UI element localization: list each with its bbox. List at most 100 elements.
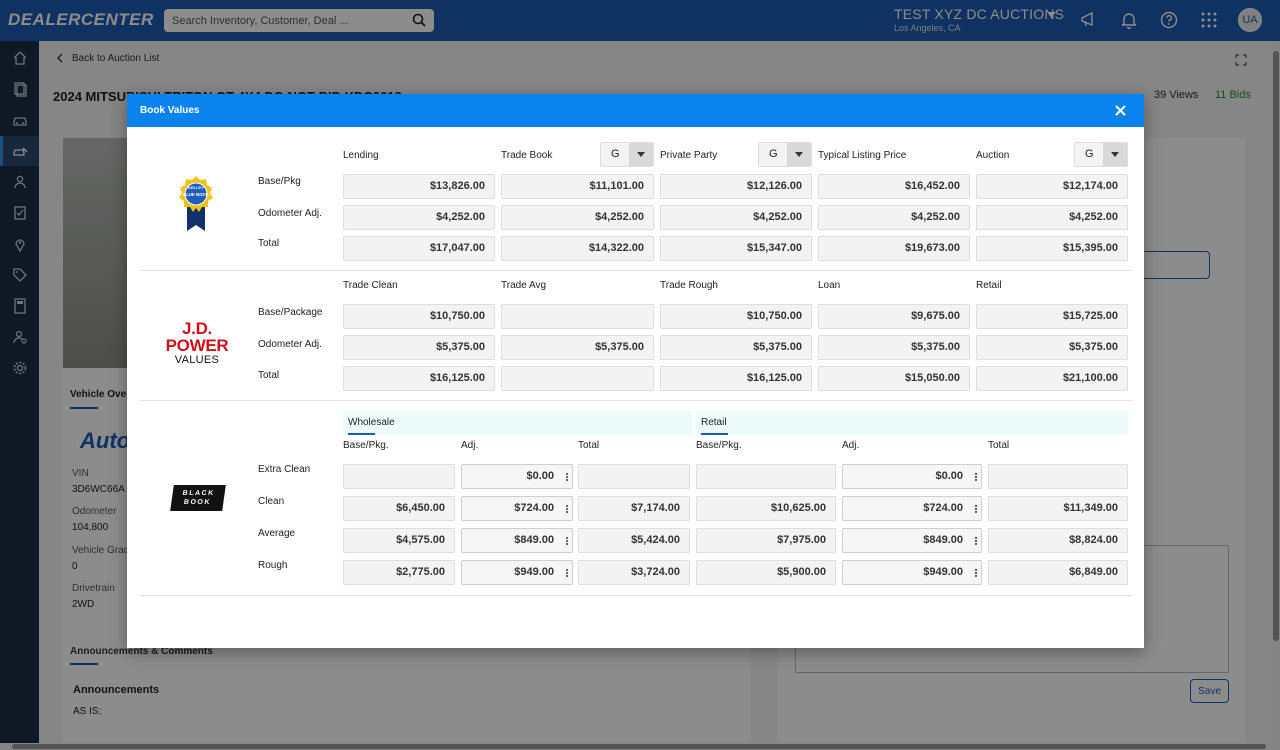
jd-power-logo-subtext: VALUES — [174, 354, 220, 366]
bb-row-label: Average — [258, 528, 296, 539]
kbb-value-cell: $13,826.00 — [343, 174, 495, 199]
bb-col-retail-base: Base/Pkg. — [696, 440, 742, 451]
jdp-col-trade-avg: Trade Avg — [501, 280, 547, 291]
tab-active-indicator — [348, 433, 375, 435]
jdp-row-label: Total — [258, 370, 280, 381]
caret-down-icon — [637, 151, 645, 157]
bb-row-label: Rough — [258, 560, 288, 571]
jdp-value-cell: $5,375.00 — [343, 335, 495, 360]
kbb-value-cell: $4,252.00 — [501, 205, 654, 230]
kbb-value-cell: $15,395.00 — [976, 236, 1128, 261]
jdp-col-trade-clean: Trade Clean — [343, 280, 398, 291]
more-options-icon[interactable] — [562, 470, 572, 484]
kbb-value-cell: $11,101.00 — [501, 174, 654, 199]
bb-value-cell: $2,775.00 — [343, 560, 455, 585]
modal-header: Book Values — [127, 94, 1144, 127]
dropdown-button[interactable] — [1103, 143, 1127, 166]
jdp-value-cell: $5,375.00 — [818, 335, 970, 360]
bb-value-cell — [343, 464, 455, 489]
bb-adj-input[interactable]: $724.00 — [842, 496, 982, 521]
more-options-icon[interactable] — [562, 534, 572, 548]
kbb-value-cell: $12,126.00 — [660, 174, 812, 199]
kbb-value-cell: $15,347.00 — [660, 236, 812, 261]
tab-wholesale[interactable]: Wholesale — [343, 411, 692, 435]
close-button[interactable] — [1112, 102, 1128, 118]
bb-adj-input[interactable]: $949.00 — [461, 560, 573, 585]
jdp-value-cell: $21,100.00 — [976, 366, 1128, 391]
tab-active-indicator — [701, 433, 728, 435]
bb-adj-input[interactable]: $724.00 — [461, 496, 573, 521]
bb-value-cell: $7,174.00 — [578, 496, 690, 521]
select-value: G — [1085, 148, 1094, 160]
bb-value-cell — [578, 464, 690, 489]
bb-row-label: Clean — [258, 496, 285, 507]
bb-col-wholesale-base: Base/Pkg. — [343, 440, 389, 451]
jdp-value-cell: $16,125.00 — [660, 366, 812, 391]
jd-power-logo: J.D. POWER VALUES — [149, 320, 245, 366]
bb-adj-input[interactable]: $849.00 — [461, 528, 573, 553]
kelley-blue-book-logo: KELLEY BLUE BOOK — [179, 176, 213, 231]
caret-down-icon — [1111, 151, 1119, 157]
bb-row-label: Extra Clean — [258, 464, 311, 475]
more-options-icon[interactable] — [971, 566, 981, 580]
jdp-row-label: Base/Package — [258, 307, 323, 318]
black-book-logo-text: BLACK — [182, 490, 216, 497]
kbb-value-cell: $19,673.00 — [818, 236, 970, 261]
kbb-value-cell: $4,252.00 — [818, 205, 970, 230]
kbb-logo-text-top: KELLEY — [188, 185, 204, 190]
bb-value-cell: $5,424.00 — [578, 528, 690, 553]
kbb-value-cell: $4,252.00 — [343, 205, 495, 230]
kbb-auction-select[interactable]: G — [1074, 142, 1128, 167]
bb-value-cell: $6,849.00 — [988, 560, 1128, 585]
kbb-col-auction: Auction — [976, 150, 1010, 161]
more-options-icon[interactable] — [971, 470, 981, 484]
jdp-col-retail: Retail — [976, 280, 1002, 291]
more-options-icon[interactable] — [562, 502, 572, 516]
jdp-col-loan: Loan — [818, 280, 841, 291]
more-options-icon[interactable] — [971, 534, 981, 548]
section-divider — [140, 270, 1132, 271]
jdp-value-cell: $15,050.00 — [818, 366, 970, 391]
jdp-value-cell: $16,125.00 — [343, 366, 495, 391]
bb-value-cell — [696, 464, 836, 489]
jdp-row-label: Odometer Adj. — [258, 339, 322, 350]
kbb-value-cell: $14,322.00 — [501, 236, 654, 261]
bb-value-cell: $10,625.00 — [696, 496, 836, 521]
more-options-icon[interactable] — [562, 566, 572, 580]
jdp-value-cell — [501, 366, 654, 391]
book-values-modal: Book Values KELLEY BLUE BOOK Lending Tra… — [127, 94, 1144, 648]
bb-value-cell: $5,900.00 — [696, 560, 836, 585]
kbb-row-label: Odometer Adj. — [258, 208, 322, 219]
more-options-icon[interactable] — [971, 502, 981, 516]
jdp-value-cell: $5,375.00 — [501, 335, 654, 360]
jd-power-logo-text: J.D. POWER — [165, 319, 229, 355]
bb-col-retail-adj: Adj. — [842, 440, 860, 451]
kbb-value-cell: $17,047.00 — [343, 236, 495, 261]
kbb-private-party-select[interactable]: G — [758, 142, 812, 167]
kbb-row-label: Total — [258, 238, 280, 249]
select-value: G — [769, 148, 778, 160]
kbb-col-typical-listing-price: Typical Listing Price — [818, 150, 907, 161]
bb-adj-input[interactable]: $949.00 — [842, 560, 982, 585]
kbb-value-cell: $4,252.00 — [976, 205, 1128, 230]
bb-value-cell: $8,824.00 — [988, 528, 1128, 553]
tab-retail[interactable]: Retail — [696, 411, 1128, 435]
bb-adj-input[interactable]: $0.00 — [842, 464, 982, 489]
bb-adj-input[interactable]: $849.00 — [842, 528, 982, 553]
kbb-trade-book-select[interactable]: G — [600, 142, 654, 167]
black-book-logo-text: BOOK — [183, 499, 212, 506]
kbb-row-label: Base/Pkg — [258, 176, 301, 187]
kbb-col-private-party: Private Party — [660, 150, 718, 161]
bb-adj-input[interactable]: $0.00 — [461, 464, 573, 489]
jdp-col-trade-rough: Trade Rough — [660, 280, 718, 291]
bb-col-wholesale-adj: Adj. — [461, 440, 479, 451]
dropdown-button[interactable] — [787, 143, 811, 166]
dropdown-button[interactable] — [629, 143, 653, 166]
section-divider — [140, 400, 1132, 401]
jdp-value-cell: $15,725.00 — [976, 304, 1128, 329]
kbb-value-cell: $4,252.00 — [660, 205, 812, 230]
black-book-logo: BLACK BOOK — [170, 485, 226, 511]
bb-value-cell: $3,724.00 — [578, 560, 690, 585]
jdp-value-cell — [501, 304, 654, 329]
kbb-value-cell: $16,452.00 — [818, 174, 970, 199]
